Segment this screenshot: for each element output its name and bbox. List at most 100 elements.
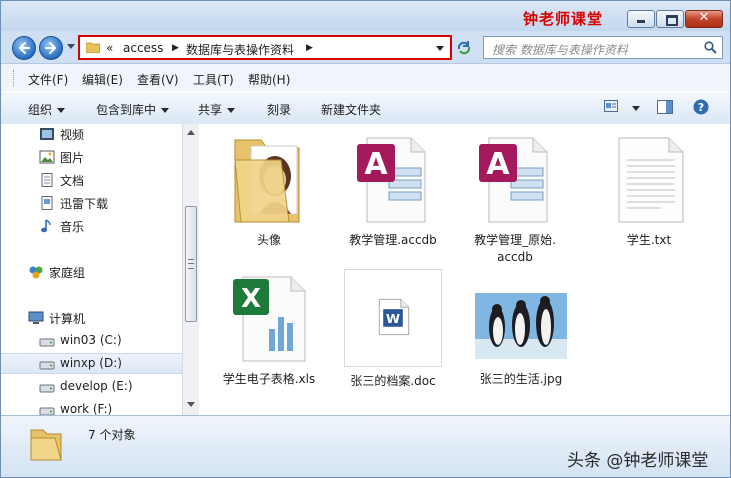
sidebar-item-drive-f[interactable]: work (F:) <box>1 400 182 415</box>
burn-button[interactable]: 刻录 <box>267 101 291 118</box>
file-item-excel[interactable]: X 学生电子表格.xls <box>214 269 324 388</box>
homegroup-icon <box>29 266 43 279</box>
close-button[interactable]: ✕ <box>685 10 723 28</box>
minimize-button[interactable] <box>627 10 655 28</box>
file-name-line1: 教学管理_原始. <box>474 233 556 247</box>
menu-view[interactable]: 查看(V) <box>137 71 179 88</box>
svg-text:W: W <box>386 311 400 326</box>
address-bar[interactable]: « access ▶ 数据库与表操作资料 ▶ <box>78 35 452 60</box>
share-button[interactable]: 共享 <box>198 101 236 118</box>
refresh-icon[interactable] <box>456 40 472 56</box>
sidebar-item-label: 家庭组 <box>49 266 86 280</box>
pictures-library-icon <box>39 150 55 164</box>
search-box[interactable]: 搜索 数据库与表操作资料 <box>483 36 723 59</box>
navigation-bar: « access ▶ 数据库与表操作资料 ▶ 搜索 数据库与表操作资料 <box>1 31 730 63</box>
search-icon[interactable] <box>704 41 717 54</box>
address-overflow[interactable]: « <box>106 41 113 55</box>
chevron-down-icon <box>161 108 170 113</box>
chevron-down-icon <box>57 108 66 113</box>
sidebar-item-label: 图片 <box>60 151 85 165</box>
word-document-icon: W <box>344 269 442 367</box>
file-item-photo[interactable]: 张三的生活.jpg <box>466 269 576 388</box>
sidebar-item-label: win03 (C:) <box>60 333 122 347</box>
chevron-right-icon[interactable]: ▶ <box>306 43 313 53</box>
brand-overlay: 钟老师课堂 <box>523 10 604 28</box>
sidebar-scrollbar[interactable] <box>182 124 199 415</box>
file-name: 学生电子表格.xls <box>222 372 316 386</box>
scrollbar-thumb[interactable] <box>185 206 197 322</box>
chevron-down-icon[interactable] <box>436 46 444 51</box>
sidebar-item-downloads[interactable]: 迅雷下载 <box>1 193 182 214</box>
sidebar-item-computer[interactable]: 计算机 <box>1 308 182 329</box>
menu-bar: 文件(F) 编辑(E) 查看(V) 工具(T) 帮助(H) <box>1 63 730 92</box>
svg-text:X: X <box>241 284 261 314</box>
address-segment-access[interactable]: access <box>123 41 163 55</box>
access-database-icon: A <box>345 130 441 226</box>
file-item-access-db-original[interactable]: A 教学管理_原始. accdb <box>460 130 570 266</box>
file-name: 头像 <box>256 233 281 247</box>
sidebar-item-drive-e[interactable]: develop (E:) <box>1 377 182 398</box>
file-name: 张三的生活.jpg <box>479 372 563 386</box>
scroll-down-arrow-icon[interactable] <box>187 402 195 407</box>
title-bar[interactable]: 钟老师课堂 ✕ <box>1 1 730 31</box>
organize-button[interactable]: 组织 <box>28 101 66 118</box>
file-name-line2: accdb <box>497 250 533 264</box>
menu-edit[interactable]: 编辑(E) <box>82 71 123 88</box>
download-library-icon <box>41 196 53 210</box>
sidebar-item-video[interactable]: 视频 <box>1 124 182 145</box>
forward-button[interactable] <box>39 36 63 60</box>
arrow-right-icon <box>44 41 57 55</box>
folder-with-portrait-icon <box>221 130 317 226</box>
status-bar: 7 个对象 头条 @钟老师课堂 <box>1 415 730 477</box>
file-item-access-db[interactable]: A 教学管理.accdb <box>338 130 448 249</box>
search-input[interactable]: 搜索 数据库与表操作资料 <box>492 41 628 58</box>
file-item-folder-avatar[interactable]: 头像 <box>214 130 324 249</box>
sidebar-item-documents[interactable]: 文档 <box>1 170 182 191</box>
menu-separator <box>13 70 16 86</box>
file-item-word[interactable]: W 张三的档案.doc <box>338 269 448 390</box>
sidebar-item-label: work (F:) <box>60 402 113 415</box>
folder-icon <box>86 42 100 53</box>
hard-drive-icon <box>39 407 55 415</box>
svg-text:?: ? <box>698 101 704 114</box>
hard-drive-icon <box>39 384 55 393</box>
sidebar-item-drive-d[interactable]: winxp (D:) <box>1 353 182 374</box>
share-label: 共享 <box>198 103 223 117</box>
penguins-photo-icon <box>473 269 569 365</box>
file-name: 教学管理.accdb <box>349 233 437 247</box>
address-segment-folder[interactable]: 数据库与表操作资料 <box>186 41 294 58</box>
menu-tools[interactable]: 工具(T) <box>193 71 234 88</box>
sidebar-item-label: 视频 <box>60 128 85 142</box>
view-options-icon[interactable] <box>604 100 618 112</box>
menu-help[interactable]: 帮助(H) <box>248 71 290 88</box>
sidebar-item-label: 迅雷下载 <box>60 197 109 211</box>
sidebar-item-label: winxp (D:) <box>60 356 122 370</box>
hard-drive-icon <box>39 361 55 370</box>
sidebar-item-homegroup[interactable]: 家庭组 <box>1 262 182 283</box>
view-dropdown[interactable] <box>627 101 640 115</box>
chevron-right-icon[interactable]: ▶ <box>172 43 179 53</box>
help-icon[interactable]: ? <box>693 99 709 115</box>
menu-file[interactable]: 文件(F) <box>28 71 68 88</box>
documents-library-icon <box>41 173 53 187</box>
sidebar-item-drive-c[interactable]: win03 (C:) <box>1 331 182 352</box>
watermark-text: 头条 @钟老师课堂 <box>567 451 709 471</box>
new-folder-button[interactable]: 新建文件夹 <box>321 101 381 118</box>
back-button[interactable] <box>12 36 36 60</box>
preview-pane-icon[interactable] <box>657 100 673 114</box>
sidebar-item-label: 文档 <box>60 174 85 188</box>
explorer-window: 钟老师课堂 ✕ « access ▶ 数据库与表操作资料 ▶ 搜索 数据库与表操… <box>0 0 731 478</box>
sidebar-item-pictures[interactable]: 图片 <box>1 147 182 168</box>
file-name: 教学管理_原始.accdb <box>460 232 570 266</box>
recent-pages-dropdown[interactable] <box>67 44 75 49</box>
file-name: 张三的档案.doc <box>350 374 436 388</box>
include-in-library-button[interactable]: 包含到库中 <box>96 101 170 118</box>
file-item-text[interactable]: 学生.txt <box>594 130 704 249</box>
sidebar-item-music[interactable]: 音乐 <box>1 216 182 237</box>
maximize-button[interactable] <box>656 10 684 28</box>
text-document-icon <box>601 130 697 226</box>
scroll-up-arrow-icon[interactable] <box>187 130 195 135</box>
hard-drive-icon <box>39 338 55 347</box>
include-label: 包含到库中 <box>96 103 157 117</box>
excel-spreadsheet-icon: X <box>221 269 317 365</box>
